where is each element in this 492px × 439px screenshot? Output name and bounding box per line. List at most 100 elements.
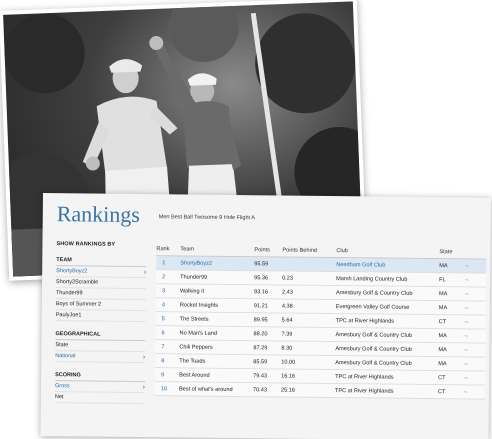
sidebar-item-label: National <box>55 353 76 360</box>
state-cell: FL <box>439 276 446 283</box>
club-cell[interactable]: TPC at River Highlands <box>335 374 438 381</box>
rank-cell: 1 <box>162 259 166 266</box>
points-behind-cell: 16.16 <box>281 373 296 380</box>
more-menu-icon[interactable]: -- <box>465 319 477 325</box>
chevron-right-icon: › <box>143 269 147 277</box>
points-behind-cell: 0.23 <box>282 275 294 282</box>
state-cell: CT <box>438 318 447 325</box>
rank-cell: 3 <box>161 287 166 294</box>
column-header-club[interactable]: Club <box>336 248 439 255</box>
state-cell: CT <box>438 374 446 381</box>
sidebar-item-paulyjoe1[interactable]: PaulyJoe1 <box>55 310 146 323</box>
more-menu-icon[interactable]: -- <box>465 305 477 311</box>
points-behind-cell: 25.16 <box>280 387 295 394</box>
team-cell[interactable]: Chili Peppers <box>179 344 253 351</box>
club-cell[interactable]: TPC at River Highlands <box>335 388 438 395</box>
club-cell[interactable]: Evergreen Valley Golf Course <box>336 304 439 311</box>
points-cell: 95.59 <box>254 260 269 267</box>
sidebar-item-label: Boys of Summer 2 <box>55 301 102 308</box>
points-behind-cell: 2.43 <box>281 289 293 296</box>
state-cell: MA <box>438 332 447 339</box>
column-header-state[interactable]: State <box>439 249 465 255</box>
club-cell[interactable]: Amesbury Golf & Country Club <box>336 332 439 339</box>
sidebar-item-national[interactable]: National › <box>55 351 146 364</box>
state-cell: MA <box>438 304 448 311</box>
sidebar-item-thunder99[interactable]: Thunder99 <box>55 288 146 301</box>
more-menu-icon[interactable]: -- <box>465 263 477 269</box>
rank-cell: 9 <box>161 371 165 378</box>
rank-cell: 2 <box>162 273 166 280</box>
sidebar-item-boys-of-summer-2[interactable]: Boys of Summer 2 <box>55 299 146 312</box>
team-cell[interactable]: Best of what's around <box>179 386 253 393</box>
flight-subtitle: Men Best Ball Twosome 9 Hole Flight A <box>158 214 255 222</box>
sidebar-item-net[interactable]: Net <box>54 392 145 405</box>
sidebar-item-label: ShortyBoyz2 <box>56 268 88 275</box>
club-cell[interactable]: TPC at River Highlands <box>336 318 439 325</box>
chevron-right-icon: › <box>142 354 146 362</box>
club-cell[interactable]: Marsh Landing Country Club <box>336 276 439 283</box>
club-cell[interactable]: Needham Golf Club <box>336 262 439 269</box>
team-cell[interactable]: Thunder99 <box>180 274 254 281</box>
sidebar-item-label: Net <box>54 394 64 401</box>
rank-cell: 4 <box>161 301 165 308</box>
state-cell: MA <box>439 262 448 269</box>
points-cell: 93.16 <box>253 288 269 295</box>
team-cell[interactable]: ShortyBoyz2 <box>180 260 254 267</box>
more-menu-icon[interactable]: -- <box>464 333 476 339</box>
rankings-card: Rankings Men Best Ball Twosome 9 Hole Fl… <box>40 193 491 439</box>
more-menu-icon[interactable]: -- <box>464 375 476 381</box>
points-cell: 88.20 <box>253 330 268 337</box>
sidebar-item-label: Thunder99 <box>55 290 83 297</box>
points-cell: 87.29 <box>253 344 268 351</box>
points-cell: 70.43 <box>252 386 267 393</box>
points-cell: 85.59 <box>253 358 268 365</box>
rank-cell: 6 <box>161 329 165 336</box>
points-cell: 95.36 <box>254 274 269 281</box>
points-behind-cell: 8.30 <box>281 345 293 352</box>
more-menu-icon[interactable]: -- <box>465 291 477 297</box>
club-cell[interactable]: Amesbury Golf & Country Club <box>335 360 438 367</box>
sidebar-item-shorty2scramble[interactable]: Shorty2Scramble <box>56 277 147 290</box>
state-cell: MA <box>438 346 447 353</box>
team-cell[interactable]: Best Around <box>179 372 253 379</box>
page-title: Rankings <box>56 201 141 228</box>
state-cell: MA <box>438 290 448 297</box>
points-behind-cell: 5.64 <box>281 317 293 324</box>
more-menu-icon[interactable]: -- <box>464 347 476 353</box>
points-behind-cell: 10.00 <box>281 359 296 366</box>
column-header-points-behind[interactable]: Points Behind <box>282 247 336 254</box>
team-cell[interactable]: No Man's Land <box>180 330 254 337</box>
sidebar-item-label: Shorty2Scramble <box>56 279 99 286</box>
points-behind-cell: 7.39 <box>281 331 293 338</box>
rank-cell: 7 <box>161 343 165 350</box>
column-header-team[interactable]: Team <box>180 246 254 253</box>
team-cell[interactable]: The Streets <box>180 316 254 323</box>
column-header-rank[interactable]: Rank <box>156 246 180 252</box>
points-behind-cell: 4.38 <box>281 303 293 310</box>
club-cell[interactable]: Amesbury Golf & Country Club <box>336 290 439 297</box>
state-cell: CT <box>437 388 446 395</box>
sidebar-item-label: Gross <box>54 383 70 390</box>
rank-cell: 10 <box>160 385 168 392</box>
team-cell[interactable]: Walking it <box>180 288 254 295</box>
table-body: 1 ShortyBoyz2 95.59 Needham Golf Club MA -- 2 T… <box>154 256 487 400</box>
rank-cell: 5 <box>161 315 165 322</box>
rankings-sidebar: SHOW RANKINGS BY TEAM ShortyBoyz2 › Shor… <box>54 241 147 405</box>
points-cell: 89.95 <box>253 316 268 323</box>
sidebar-heading: SHOW RANKINGS BY <box>56 241 116 248</box>
table-row[interactable]: 10 Best of what's around 70.43 25.16 TPC at … <box>154 382 486 400</box>
state-cell: MA <box>438 360 447 367</box>
column-header-points[interactable]: Points <box>254 247 282 253</box>
team-cell[interactable]: Rocket Insights <box>180 302 254 309</box>
points-behind-cell <box>282 264 336 265</box>
more-menu-icon[interactable]: -- <box>464 389 476 395</box>
more-menu-icon[interactable]: -- <box>464 361 476 367</box>
team-cell[interactable]: The Toads <box>179 358 253 365</box>
rankings-table: Rank Team Points Points Behind Club Stat… <box>154 242 487 400</box>
club-cell[interactable]: Amesbury Golf & Country Club <box>335 346 438 353</box>
sidebar-item-label: State <box>55 342 69 349</box>
sidebar-item-shortyboyz2[interactable]: ShortyBoyz2 › <box>56 266 147 279</box>
more-menu-icon[interactable]: -- <box>465 277 477 283</box>
points-cell: 79.43 <box>253 372 268 379</box>
sidebar-item-label: PaulyJoe1 <box>55 312 82 319</box>
